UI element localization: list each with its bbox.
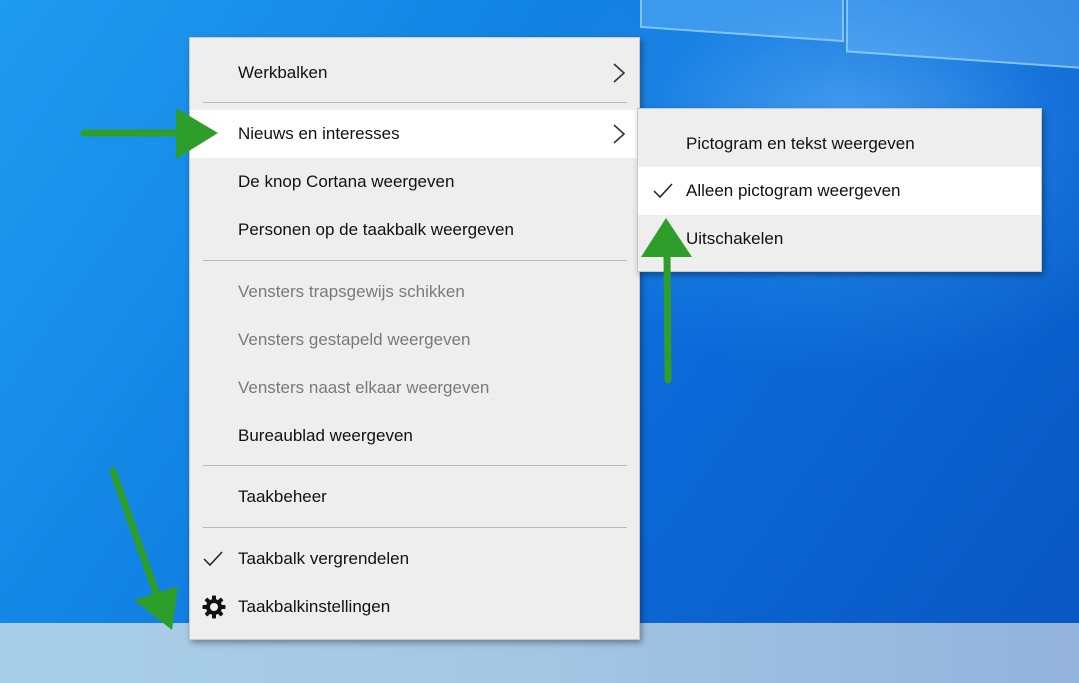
annotation-arrows bbox=[80, 108, 692, 630]
green-arrow-down-left bbox=[109, 467, 178, 630]
green-arrow-left bbox=[80, 108, 218, 159]
green-arrow-up bbox=[641, 218, 692, 384]
